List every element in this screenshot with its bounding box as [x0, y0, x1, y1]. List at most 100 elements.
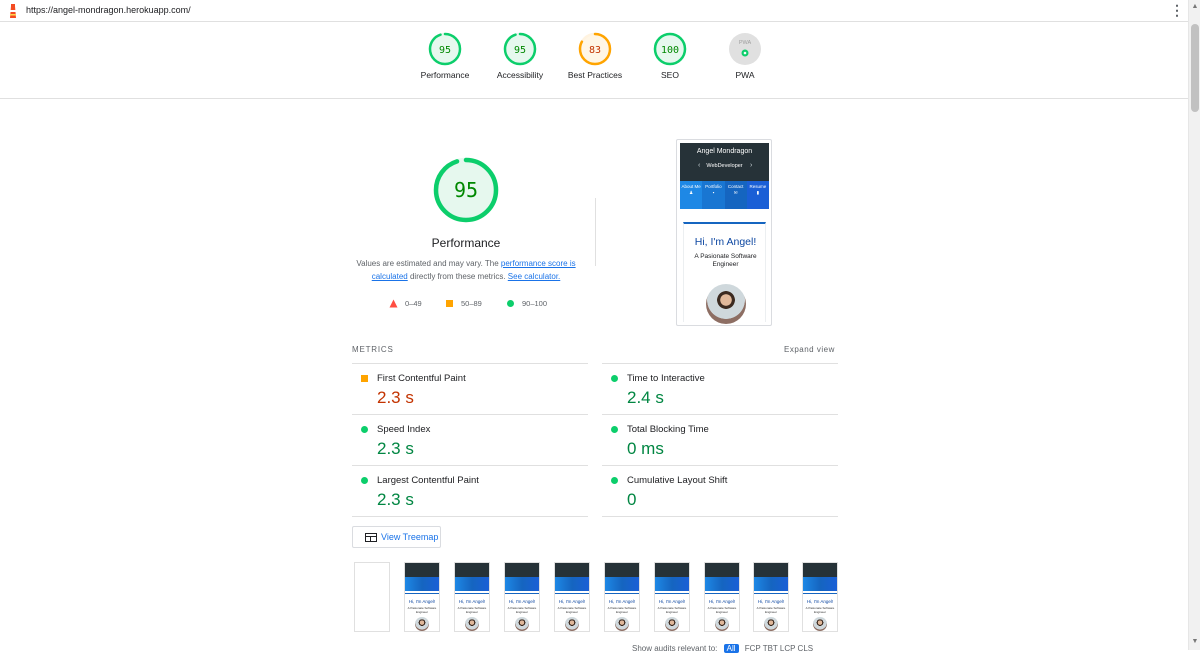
frame-header [455, 563, 489, 577]
expand-view-toggle[interactable]: Expand view [784, 345, 835, 354]
avatar [706, 284, 746, 324]
filter-all[interactable]: All [723, 644, 739, 653]
site-hero-card: Hi, I'm Angel! A Pasionate Software Engi… [683, 222, 766, 324]
scroll-down-arrow-icon[interactable]: ▼ [1191, 638, 1199, 648]
frame-divider [705, 593, 739, 594]
gauge-seo[interactable]: 100 SEO [635, 32, 705, 92]
scroll-thumb[interactable] [1191, 24, 1199, 112]
frame-divider [655, 593, 689, 594]
performance-score: 95 [454, 178, 478, 202]
frame-nav [605, 577, 639, 591]
site-role: A Pasionate Software Engineer [694, 253, 757, 268]
frame-divider [605, 593, 639, 594]
metric-lcp: Largest Contentful Paint 2.3 s [352, 465, 588, 517]
filmstrip-frame: Hi, I'm Angel! A Pasionate Software Engin… [454, 562, 490, 632]
frame-header [803, 563, 837, 577]
frame-nav [505, 577, 539, 591]
metric-cls: Cumulative Layout Shift 0 [602, 465, 838, 517]
metric-value: 0 [627, 490, 637, 509]
performance-gauge: 95 [433, 157, 499, 223]
frame-nav [655, 577, 689, 591]
filter-tbt[interactable]: TBT [763, 644, 778, 653]
site-tab: Resume ▮ [746, 181, 769, 209]
gauge-best-practices[interactable]: 83 Best Practices [560, 32, 630, 92]
frame-avatar [665, 617, 679, 631]
frame-role: A Pasionate Software Engineer [756, 606, 786, 614]
performance-title: Performance [431, 236, 501, 250]
metric-name: Speed Index [377, 424, 431, 435]
frame-role: A Pasionate Software Engineer [557, 606, 587, 614]
square-icon [361, 375, 368, 382]
page-url[interactable]: https://angel-mondragon.herokuapp.com/ [26, 5, 191, 15]
desc-text: directly from these metrics. [407, 272, 508, 281]
frame-avatar [415, 617, 429, 631]
legend-range: 0–49 [405, 299, 422, 308]
lighthouse-icon [10, 4, 16, 18]
frame-greeting: Hi, I'm Angel! [757, 599, 785, 604]
frame-header [605, 563, 639, 577]
gauge-accessibility[interactable]: 95 Accessibility [485, 32, 555, 92]
metric-name: Total Blocking Time [627, 424, 709, 435]
legend-range: 50–89 [461, 299, 482, 308]
gauge-performance[interactable]: 95 Performance [410, 32, 480, 92]
gauge-score: 95 [514, 45, 526, 56]
filmstrip-frame: Hi, I'm Angel! A Pasionate Software Engin… [753, 562, 789, 632]
frame-divider [803, 593, 837, 594]
circle-icon [611, 477, 618, 484]
site-name: Angel Mondragon [696, 148, 753, 155]
category-summary: 95 Performance 95 Accessibility 83 Best … [0, 22, 1188, 99]
site-tab: Portfolio ▪ [702, 181, 725, 209]
frame-header [705, 563, 739, 577]
metric-tti: Time to Interactive 2.4 s [602, 363, 838, 415]
filmstrip-frame: Hi, I'm Angel! A Pasionate Software Engin… [604, 562, 640, 632]
divider [602, 516, 838, 517]
divider [595, 198, 596, 266]
gauge-score: 95 [439, 45, 451, 56]
metric-name: Cumulative Layout Shift [627, 475, 728, 486]
scrollbar[interactable]: ▲ ▼ [1188, 0, 1200, 650]
frame-role: A Pasionate Software Engineer [607, 606, 637, 614]
filter-fcp[interactable]: FCP [745, 644, 761, 653]
more-menu-icon[interactable]: ⋮ [1170, 3, 1184, 19]
frame-header [555, 563, 589, 577]
circle-icon [361, 477, 368, 484]
view-treemap-button[interactable]: View Treemap [352, 526, 441, 548]
site-greeting: Hi, I'm Angel! [694, 236, 757, 248]
metrics-header: METRICS [352, 345, 394, 354]
filter-cls[interactable]: CLS [798, 644, 814, 653]
pwa-badge-text: PWA [739, 40, 752, 46]
frame-avatar [764, 617, 778, 631]
square-icon [446, 300, 453, 307]
frame-nav [455, 577, 489, 591]
final-screenshot[interactable]: Angel Mondragon ‹ WebDeveloper › About M… [676, 139, 772, 326]
filmstrip-frame: Hi, I'm Angel! A Pasionate Software Engin… [654, 562, 690, 632]
frame-nav [705, 577, 739, 591]
chevron-right-icon: › [750, 162, 753, 169]
filmstrip-frame: Hi, I'm Angel! A Pasionate Software Engin… [704, 562, 740, 632]
frame-nav [555, 577, 589, 591]
circle-icon [611, 426, 618, 433]
frame-greeting: Hi, I'm Angel! [458, 599, 486, 604]
legend-range: 90–100 [522, 299, 548, 308]
frame-divider [505, 593, 539, 594]
gauge-pwa[interactable]: PWA PWA [710, 32, 780, 92]
metric-value: 0 ms [627, 439, 664, 458]
frame-avatar [715, 617, 729, 631]
gauge-label: SEO [661, 70, 679, 80]
gauge-score: 100 [661, 45, 679, 56]
frame-avatar [615, 617, 629, 631]
score-gauge: 95 [428, 32, 462, 66]
see-calculator-link[interactable]: See calculator. [508, 272, 560, 281]
frame-greeting: Hi, I'm Angel! [408, 599, 436, 604]
circle-icon [361, 426, 368, 433]
scroll-up-arrow-icon[interactable]: ▲ [1191, 3, 1199, 13]
frame-divider [405, 593, 439, 594]
frame-role: A Pasionate Software Engineer [805, 606, 835, 614]
frame-header [655, 563, 689, 577]
frame-role: A Pasionate Software Engineer [407, 606, 437, 614]
frame-nav [405, 577, 439, 591]
audit-filter-label: Show audits relevant to: [632, 644, 718, 653]
frame-avatar [515, 617, 529, 631]
filter-lcp[interactable]: LCP [780, 644, 795, 653]
score-gauge: 100 [653, 32, 687, 66]
